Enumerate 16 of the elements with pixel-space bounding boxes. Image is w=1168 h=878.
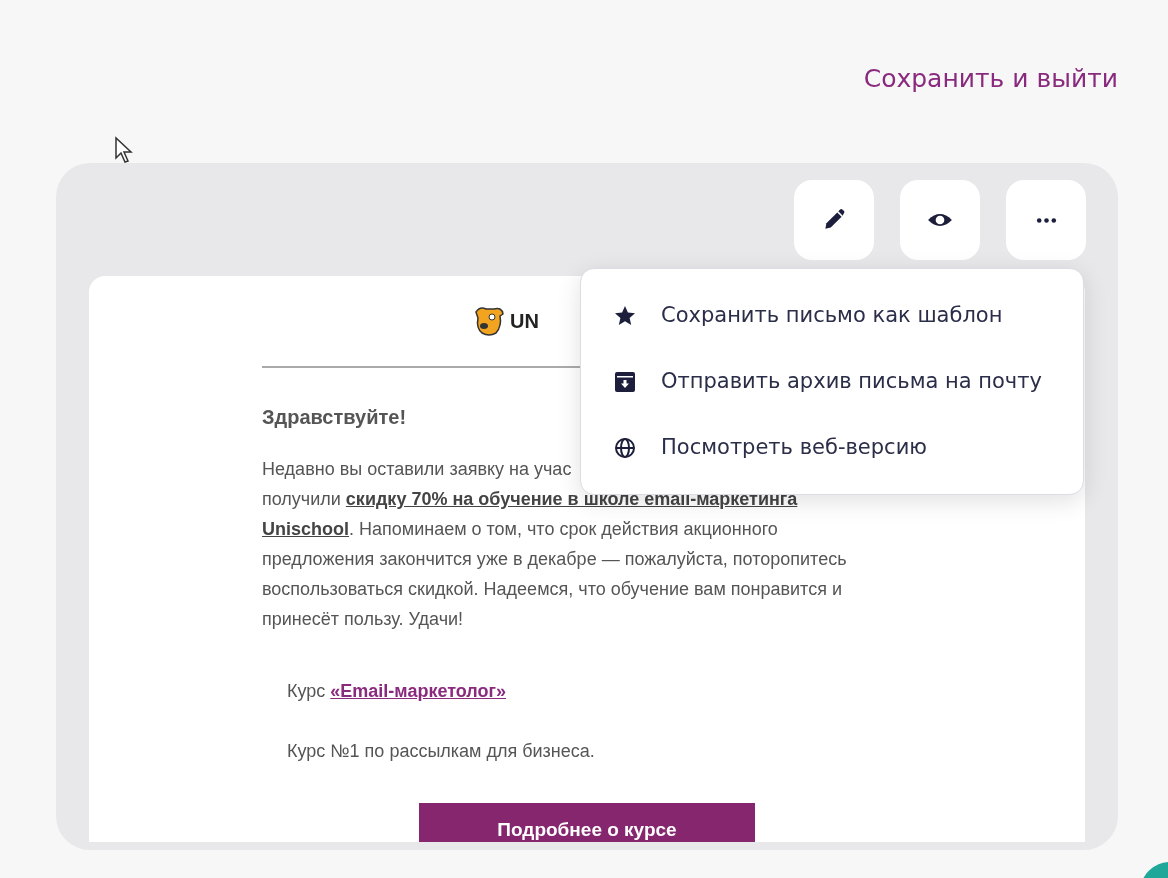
course-label: Курс [287,680,326,703]
menu-item[interactable]: Отправить архив письма на почту [613,358,1083,405]
save-exit-link[interactable]: Сохранить и выйти [863,62,1118,96]
cursor-icon [114,136,134,164]
globe-icon [613,435,637,460]
dog-logo-icon [472,304,506,338]
course-details-button[interactable]: Подробнее о курсе [419,803,755,842]
more-icon [1035,217,1057,223]
archive-icon [613,369,637,394]
preview-button[interactable] [900,180,980,260]
menu-item[interactable]: Сохранить письмо как шаблон [613,292,1083,339]
logo-text: UN [510,309,539,334]
greeting-heading: Здравствуйте! [262,405,408,430]
course-link[interactable]: «Email-маркетолог» [330,676,507,706]
course-note: Курс №1 по рассылкам для бизнеса. [286,740,596,763]
edit-button[interactable] [794,180,874,260]
